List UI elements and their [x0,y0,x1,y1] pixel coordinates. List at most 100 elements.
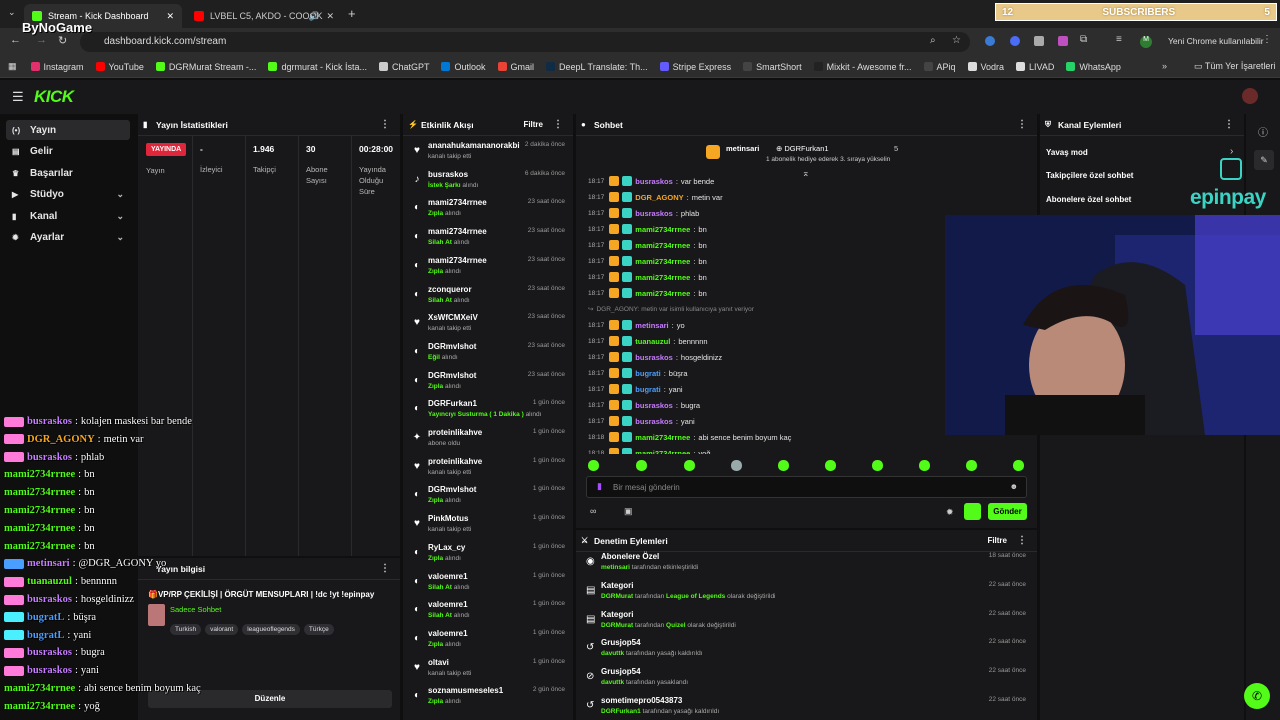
bookmark-item[interactable]: LIVAD [1016,62,1054,72]
activity-username[interactable]: DGRmvlshot [428,485,476,494]
activity-username[interactable]: valoemre1 [428,572,468,581]
subscribers-only-option[interactable]: Abonelere özel sohbet [1046,195,1131,204]
activity-username[interactable]: DGRmvlshot [428,342,476,351]
chrome-menu-icon[interactable]: ⋮ [1262,34,1272,45]
activity-username[interactable]: RyLax_cy [428,543,465,552]
sidebar-item-ayarlar[interactable]: ✹ Ayarlar ⌄ [6,228,130,248]
activity-username[interactable]: valoemre1 [428,629,468,638]
bookmark-item[interactable]: DGRMurat Stream -... [155,62,256,72]
moderator-name[interactable]: davuttk [601,650,624,657]
emote-icon[interactable] [636,460,647,471]
chat-username[interactable]: mami2734rrnee [635,433,690,442]
sidebar-item-gelir[interactable]: ▤ Gelir [6,142,130,162]
browser-tab-youtube[interactable]: LVBEL C5, AKDO - COOOK 🔊 ✕ [186,4,342,28]
bookmark-item[interactable]: WhatsApp [1066,62,1121,72]
chat-username[interactable]: bugrati [635,385,660,394]
activity-username[interactable]: DGRFurkan1 [428,399,477,408]
close-tab-icon[interactable]: ✕ [326,11,334,22]
sidebar-item-yayın[interactable]: (•) Yayın [6,120,130,140]
activity-username[interactable]: proteinlikahve [428,457,482,466]
zoom-icon[interactable]: ⌕ [930,35,936,46]
bookmark-item[interactable]: SmartShort [743,62,802,72]
activity-username[interactable]: busraskos [428,170,468,179]
extension-icon[interactable] [1010,36,1020,46]
bookmark-item[interactable]: Stripe Express [659,62,731,72]
extension-icon[interactable] [1034,36,1044,46]
tab-search-icon[interactable]: ⌄ [8,7,16,18]
close-tab-icon[interactable]: ✕ [166,11,174,22]
chat-username[interactable]: mami2734rrnee [635,289,690,298]
chrome-update-label[interactable]: Yeni Chrome kullanılabilir [1168,36,1264,46]
emote-icon[interactable] [1013,460,1024,471]
activity-username[interactable]: proteinlikahve [428,428,482,437]
sidebar-item-başarılar[interactable]: ♛ Başarılar [6,163,130,183]
chat-username[interactable]: mami2734rrnee [635,241,690,250]
emote-icon[interactable] [872,460,883,471]
bookmark-item[interactable]: dgrmurat - Kick İsta... [268,62,367,72]
chat-username[interactable]: tuanauzul [635,337,670,346]
chat-settings-icon[interactable]: ∞ [590,506,596,516]
activity-username[interactable]: zconqueror [428,285,472,294]
chat-username[interactable]: busraskos [635,209,673,218]
kebab-menu-icon[interactable]: ⋮ [553,119,563,130]
activity-username[interactable]: XsWfCMXeiV [428,313,478,322]
activity-username[interactable]: valoemre1 [428,600,468,609]
bookmark-item[interactable]: YouTube [95,62,144,72]
moderator-name[interactable]: davuttk [601,679,624,686]
kebab-menu-icon[interactable]: ⋮ [1017,119,1027,130]
gear-icon[interactable]: ✹ [946,507,954,518]
kebab-menu-icon[interactable]: ⋮ [1017,535,1027,546]
bookmark-item[interactable]: Vodra [967,62,1004,72]
activity-username[interactable]: mami2734rrnee [428,256,487,265]
user-avatar[interactable] [1242,88,1258,104]
bookmark-star-icon[interactable]: ☆ [952,35,961,46]
address-bar[interactable]: dashboard.kick.com/stream [80,32,970,52]
emote-icon[interactable] [588,460,599,471]
activity-username[interactable]: oltavi [428,658,449,667]
bookmark-item[interactable]: APiq [923,62,956,72]
chevron-down-icon[interactable]: ⌄ [116,189,124,200]
gift-box-icon[interactable]: ▣ [624,506,633,517]
moderator-name[interactable]: DGRMurat [601,593,633,600]
bookmark-item[interactable]: Gmail [497,62,534,72]
kebab-menu-icon[interactable]: ⋮ [380,119,390,130]
chat-username[interactable]: busraskos [635,177,673,186]
chat-username[interactable]: mami2734rrnee [635,449,690,455]
extensions-puzzle-icon[interactable]: ⧉ [1080,34,1087,45]
mic-icon[interactable]: ▮ [597,481,602,492]
kebab-menu-icon[interactable]: ⋮ [1224,119,1234,130]
filter-button[interactable]: Filtre [523,120,543,129]
emote-icon[interactable] [966,460,977,471]
moderator-name[interactable]: DGRFurkan1 [601,708,641,715]
bookmark-item[interactable]: Outlook [441,62,486,72]
emoji-picker-icon[interactable]: ☻ [1010,482,1018,491]
chat-username[interactable]: mami2734rrnee [635,257,690,266]
chat-username[interactable]: mami2734rrnee [635,225,690,234]
extension-icon[interactable] [1058,36,1068,46]
reload-icon[interactable]: ↻ [58,34,67,47]
activity-username[interactable]: DGRmvlshot [428,371,476,380]
activity-username[interactable]: soznamusmeseles1 [428,686,503,695]
all-bookmarks-folder[interactable]: ▭ Tüm Yer İşaretleri [1194,61,1275,72]
chevron-right-icon[interactable]: › [1230,146,1233,157]
chat-username[interactable]: busraskos [635,417,673,426]
slow-mode-option[interactable]: Yavaş mod [1046,148,1088,157]
activity-username[interactable]: ananahukamananorakbi [428,141,520,150]
filter-button[interactable]: Filtre [987,536,1007,545]
chat-username[interactable]: metinsari [635,321,668,330]
new-tab-button[interactable]: + [348,6,356,21]
chat-username[interactable]: bugrati [635,369,660,378]
activity-username[interactable]: PinkMotus [428,514,468,523]
forward-icon[interactable]: → [36,34,47,46]
bookmark-item[interactable]: Mixkit - Awesome fr... [813,62,912,72]
info-icon[interactable]: ⓘ [1258,124,1268,139]
emote-icon[interactable] [919,460,930,471]
chevron-down-icon[interactable]: ⌄ [116,211,124,222]
chevron-down-icon[interactable]: ⌄ [116,232,124,243]
followers-only-option[interactable]: Takipçilere özel sohbet [1046,171,1133,180]
emote-icon[interactable] [731,460,742,471]
chat-username[interactable]: mami2734rrnee [635,273,690,282]
bookmark-item[interactable]: DeepL Translate: Th... [546,62,648,72]
moderator-name[interactable]: metinsari [601,564,630,571]
emote-icon[interactable] [825,460,836,471]
